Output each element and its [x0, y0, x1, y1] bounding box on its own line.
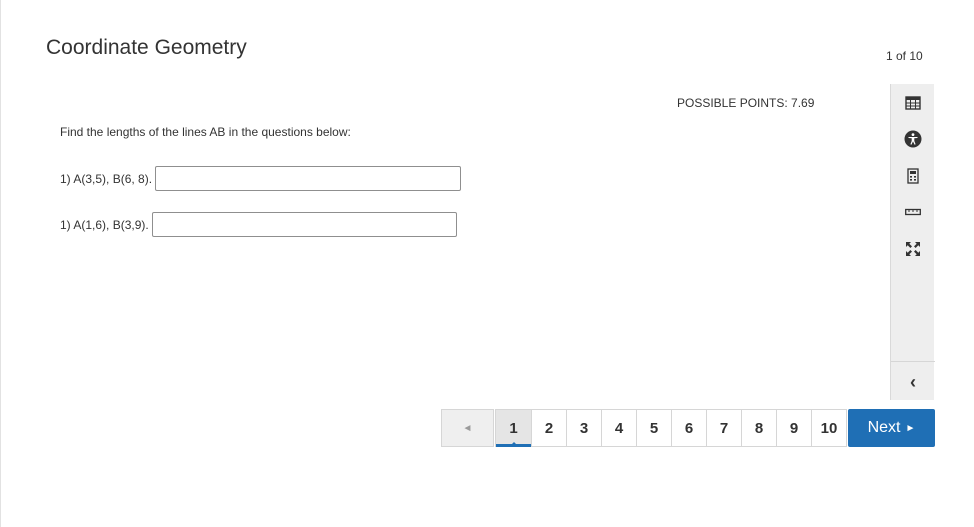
page-button-6[interactable]: 6	[672, 409, 707, 447]
accessibility-tool-button[interactable]	[891, 126, 935, 152]
calendar-tool-button[interactable]	[891, 90, 935, 116]
question-2: 1) A(1,6), B(3,9).	[60, 212, 457, 237]
page-button-1[interactable]: 1	[495, 409, 532, 447]
page-title: Coordinate Geometry	[46, 36, 247, 59]
previous-question-button[interactable]: ◄	[441, 409, 494, 447]
page-button-2[interactable]: 2	[532, 409, 567, 447]
next-button[interactable]: Next ►	[848, 409, 935, 447]
question-1-answer-input[interactable]	[155, 166, 462, 191]
accessibility-icon	[904, 130, 922, 148]
ruler-tool-button[interactable]	[891, 199, 935, 225]
question-1: 1) A(3,5), B(6, 8).	[60, 166, 462, 191]
page-button-7[interactable]: 7	[707, 409, 742, 447]
triangle-left-icon: ◄	[462, 422, 473, 434]
page-button-8[interactable]: 8	[742, 409, 777, 447]
question-2-label: 1) A(1,6), B(3,9).	[60, 217, 149, 232]
fullscreen-tool-button[interactable]	[891, 236, 935, 262]
question-instructions: Find the lengths of the lines AB in the …	[60, 125, 351, 139]
question-pagination: ◄ 1 2 3 4 5 6 7 8 9 10	[441, 409, 847, 447]
calculator-icon	[907, 168, 919, 184]
collapse-toolbar-button[interactable]: ‹	[891, 369, 935, 395]
tools-sidebar: ‹	[890, 84, 935, 400]
question-1-label: 1) A(3,5), B(6, 8).	[60, 171, 153, 186]
next-button-label: Next	[867, 419, 901, 436]
chevron-left-icon: ‹	[910, 371, 916, 392]
possible-points: POSSIBLE POINTS: 7.69	[677, 96, 815, 110]
page-button-9[interactable]: 9	[777, 409, 812, 447]
left-divider	[0, 0, 1, 527]
question-2-answer-input[interactable]	[151, 212, 457, 237]
calculator-tool-button[interactable]	[891, 163, 935, 189]
fullscreen-icon	[906, 242, 920, 256]
toolbar-divider	[891, 361, 935, 362]
page-button-5[interactable]: 5	[637, 409, 672, 447]
page-button-3[interactable]: 3	[567, 409, 602, 447]
calendar-icon	[905, 96, 921, 110]
ruler-icon	[905, 208, 921, 216]
question-progress: 1 of 10	[886, 49, 923, 63]
triangle-right-icon: ►	[905, 422, 916, 434]
page-button-10[interactable]: 10	[812, 409, 847, 447]
page-button-4[interactable]: 4	[602, 409, 637, 447]
